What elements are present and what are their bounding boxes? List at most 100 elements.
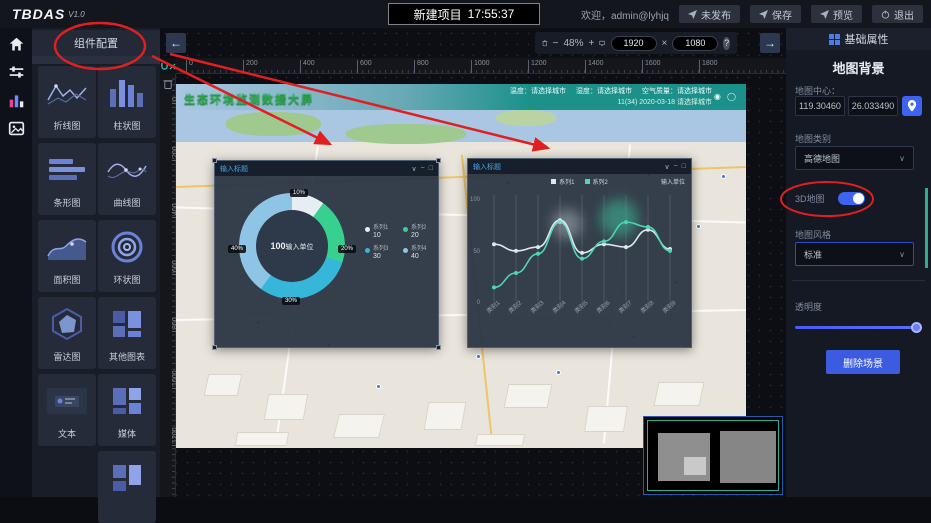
legend-item[interactable]: 系列1 [551,177,574,186]
canvas-width-input[interactable] [611,36,657,51]
map-building [264,394,309,420]
legend-item[interactable]: 系列2 [585,177,608,186]
chevron-down-icon: ∨ [899,250,905,259]
line-widget-header[interactable]: 输入标题 ∨ − □ [468,159,691,174]
map-marker [476,354,481,359]
map-header-buttons[interactable]: ◉ ◯ [714,92,738,101]
map-island [226,112,321,136]
legend-item[interactable]: 系列110 [365,225,399,240]
ruler-number: 600 [357,60,372,73]
donut-legend: 系列110 系列220 系列330 系列440 [365,225,437,261]
home-icon[interactable] [8,36,25,53]
tile-media[interactable]: 媒体 [98,374,156,446]
resize-handle[interactable] [212,345,217,350]
sliders-icon[interactable] [8,64,25,81]
ruler-number: 0 [186,60,193,73]
donut-widget[interactable]: 输入标题 ∨ − □ 100输入单位 10% 20% 30% 40% 系列110… [214,160,439,348]
map-building [235,432,289,446]
opacity-slider[interactable] [795,326,917,329]
widget-title[interactable]: 输入标题 [220,164,248,174]
nav-back-button[interactable]: ← [166,33,186,53]
charts-icon[interactable] [8,92,25,109]
minimize-icon[interactable]: − [674,163,678,171]
line-legend: 系列1 系列2 [468,177,691,186]
map-marker [696,224,701,229]
grid-widget-icon [98,457,156,499]
tile-curve-chart[interactable]: 曲线图 [98,143,156,215]
help-icon[interactable]: ? [723,37,730,50]
longitude-input[interactable] [795,96,845,116]
project-title-box[interactable]: 新建项目 17:55:37 [388,3,540,25]
resize-handle[interactable] [436,158,441,163]
map-3d-toggle[interactable] [838,192,865,205]
close-icon[interactable] [169,63,176,70]
map-marker [721,174,726,179]
other-charts-icon [98,303,156,345]
resize-handle[interactable] [436,345,441,350]
trash-icon[interactable] [542,37,548,49]
minimize-icon[interactable]: − [421,165,425,173]
magnet-icon[interactable] [161,62,168,70]
panel-scrollbar[interactable] [925,188,928,268]
maximize-icon[interactable]: □ [429,165,433,173]
resize-handle[interactable] [212,158,217,163]
tile-other-charts[interactable]: 其他图表 [98,297,156,369]
tile-partial[interactable] [98,451,156,523]
slice-label: 20% [338,245,356,253]
tile-ring-chart[interactable]: 环状图 [98,220,156,292]
delete-scene-button[interactable]: 删除场景 [826,350,900,374]
canvas-height-input[interactable] [672,36,718,51]
legend-item[interactable]: 系列220 [403,225,437,240]
tile-line-chart[interactable]: 折线图 [38,66,96,138]
map-style-select[interactable]: 标准 ∨ [795,242,914,266]
minimap-frame [647,420,779,491]
latitude-input[interactable] [848,96,898,116]
component-panel-title[interactable]: 组件配置 [32,30,160,56]
save-button[interactable]: 保存 [750,5,801,23]
grid-icon [829,34,840,45]
map-category-select[interactable]: 高德地图 ∨ [795,146,914,170]
map-building [503,384,552,408]
clipboard-icon[interactable] [163,78,173,89]
bar-chart-icon [98,72,156,114]
tile-radar-chart[interactable]: 雷达图 [38,297,96,369]
widget-title[interactable]: 输入标题 [473,162,501,172]
dimension-separator: × [662,38,668,49]
image-icon[interactable] [8,120,25,137]
glow-highlight [552,209,582,239]
design-canvas[interactable]: ← → − 48% + × ? 020040060080010001200140… [160,28,786,497]
tile-bar-chart[interactable]: 柱状图 [98,66,156,138]
ruler-corner [160,58,176,74]
nav-forward-button[interactable]: → [760,33,780,53]
zoom-in-button[interactable]: + [589,38,595,49]
paper-plane-icon [759,10,768,19]
collapse-icon[interactable]: ∨ [665,163,670,171]
ruler-number: 1400 [585,60,604,73]
properties-header[interactable]: 基础属性 [786,28,931,50]
donut-widget-header[interactable]: 输入标题 ∨ − □ [215,161,438,176]
tile-hbar-chart[interactable]: 条形图 [38,143,96,215]
ruler-number: 1600 [642,60,661,73]
maximize-icon[interactable]: □ [682,163,686,171]
tile-text[interactable]: 文本 [38,374,96,446]
exit-button[interactable]: 退出 [872,5,923,23]
minimap[interactable] [643,416,783,495]
legend-dot [365,227,370,232]
map-building [653,382,704,406]
preview-button[interactable]: 预览 [811,5,862,23]
map-building [475,434,525,446]
collapse-icon[interactable]: ∨ [412,165,417,173]
map-building [584,406,628,432]
zoom-out-button[interactable]: − [553,38,559,49]
line-widget[interactable]: 输入标题 ∨ − □ 系列1 系列2 输入单位 100 50 0 类别1 类别2… [467,158,692,348]
slice-label: 10% [290,189,308,197]
tile-area-chart[interactable]: 面积图 [38,220,96,292]
radar-chart-icon [38,303,96,345]
legend-item[interactable]: 系列330 [365,246,399,261]
slider-knob[interactable] [911,322,922,333]
legend-item[interactable]: 系列440 [403,246,437,261]
publish-status-button[interactable]: 未发布 [679,5,740,23]
map-island [496,110,556,126]
locate-button[interactable] [902,96,922,116]
monitor-icon[interactable] [599,38,605,49]
